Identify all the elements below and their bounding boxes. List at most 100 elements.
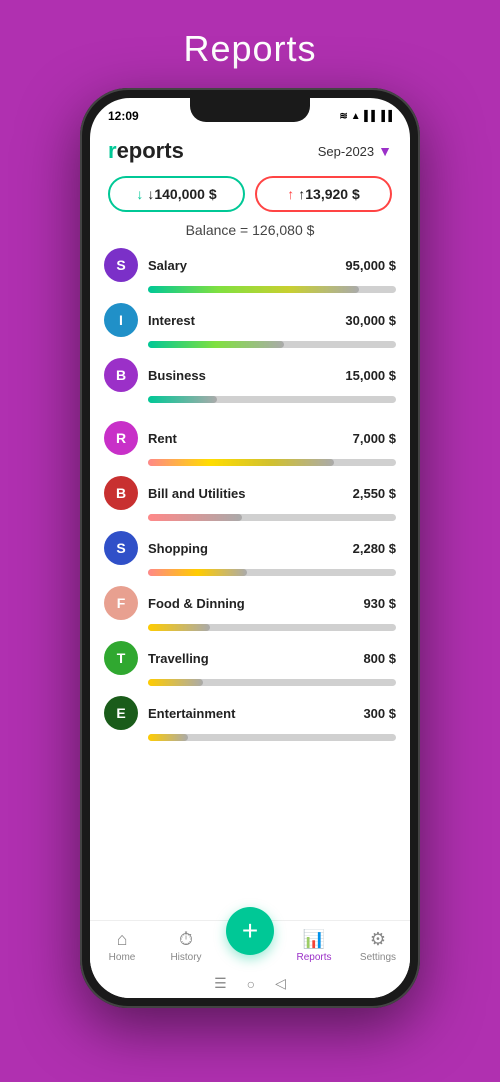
- fab-button[interactable]: +: [226, 907, 274, 955]
- home-icon: ⌂: [117, 929, 128, 950]
- item-bar-container: [104, 569, 396, 576]
- item-bar-bg: [148, 624, 396, 631]
- item-avatar: F: [104, 586, 138, 620]
- item-bar-container: [104, 679, 396, 686]
- gesture-menu-icon: ☰: [214, 975, 227, 992]
- item-bar-bg: [148, 341, 396, 348]
- item-avatar: R: [104, 421, 138, 455]
- item-amount: 930 $: [363, 596, 396, 611]
- item-avatar: S: [104, 531, 138, 565]
- app-title: reports: [108, 138, 184, 164]
- status-icons: ≋ ▲▐▐ ▐▐: [339, 111, 392, 122]
- nav-settings-label: Settings: [360, 952, 396, 963]
- item-amount: 7,000 $: [353, 431, 396, 446]
- item-bar-fill: [148, 679, 203, 686]
- item-amount: 30,000 $: [345, 313, 396, 328]
- item-name: Entertainment: [148, 706, 353, 721]
- item-bar-bg: [148, 459, 396, 466]
- item-avatar: E: [104, 696, 138, 730]
- item-amount: 2,280 $: [353, 541, 396, 556]
- list-item[interactable]: B Bill and Utilities 2,550 $: [104, 476, 396, 521]
- expense-arrow-icon: ↑: [287, 186, 294, 202]
- items-list[interactable]: S Salary 95,000 $ I Interest 30,000 $ B Busines…: [90, 248, 410, 920]
- list-item[interactable]: R Rent 7,000 $: [104, 421, 396, 466]
- summary-row: ↓ ↓140,000 $ ↑ ↑13,920 $: [90, 170, 410, 220]
- income-button[interactable]: ↓ ↓140,000 $: [108, 176, 245, 212]
- app-header: reports Sep-2023 ▼: [90, 130, 410, 170]
- nav-history-label: History: [170, 952, 201, 963]
- item-bar-bg: [148, 396, 396, 403]
- item-bar-bg: [148, 514, 396, 521]
- item-avatar: T: [104, 641, 138, 675]
- bottom-nav: ⌂ Home ⏱ History 📊 Reports ⚙ Settings +: [90, 920, 410, 967]
- item-bar-container: [104, 396, 396, 403]
- item-avatar: B: [104, 476, 138, 510]
- item-bar-fill: [148, 459, 334, 466]
- item-bar-container: [104, 734, 396, 741]
- history-icon: ⏱: [179, 929, 193, 950]
- nav-history[interactable]: ⏱ History: [154, 929, 218, 963]
- list-item[interactable]: T Travelling 800 $: [104, 641, 396, 686]
- item-bar-fill: [148, 514, 242, 521]
- list-item[interactable]: S Shopping 2,280 $: [104, 531, 396, 576]
- item-avatar: I: [104, 303, 138, 337]
- settings-icon: ⚙: [370, 929, 386, 950]
- date-selector[interactable]: Sep-2023 ▼: [318, 143, 392, 159]
- status-wifi-icon: ≋: [339, 111, 347, 122]
- nav-reports[interactable]: 📊 Reports: [282, 929, 346, 963]
- item-avatar: S: [104, 248, 138, 282]
- income-amount: ↓140,000 $: [147, 186, 216, 202]
- expense-button[interactable]: ↑ ↑13,920 $: [255, 176, 392, 212]
- item-bar-bg: [148, 286, 396, 293]
- notch: [190, 98, 310, 122]
- item-bar-fill: [148, 569, 247, 576]
- item-amount: 2,550 $: [353, 486, 396, 501]
- status-time: 12:09: [108, 109, 139, 123]
- item-name: Bill and Utilities: [148, 486, 343, 501]
- list-item[interactable]: E Entertainment 300 $: [104, 696, 396, 741]
- item-bar-fill: [148, 624, 210, 631]
- item-name: Food & Dinning: [148, 596, 353, 611]
- date-dropdown-icon: ▼: [378, 143, 392, 159]
- nav-home[interactable]: ⌂ Home: [90, 929, 154, 963]
- phone-screen: 12:09 ≋ ▲▐▐ ▐▐ reports Sep-2023 ▼: [90, 98, 410, 998]
- item-bar-fill: [148, 396, 217, 403]
- reports-icon: 📊: [303, 929, 325, 950]
- item-bar-fill: [148, 734, 188, 741]
- list-item[interactable]: S Salary 95,000 $: [104, 248, 396, 293]
- item-name: Business: [148, 368, 335, 383]
- balance-label: Balance = 126,080 $: [186, 222, 315, 238]
- phone-frame: 12:09 ≋ ▲▐▐ ▐▐ reports Sep-2023 ▼: [80, 88, 420, 1008]
- item-bar-container: [104, 624, 396, 631]
- page-title: Reports: [183, 28, 316, 70]
- item-bar-bg: [148, 734, 396, 741]
- status-battery-icon: ▐▐: [378, 111, 392, 122]
- app-content: reports Sep-2023 ▼ ↓ ↓140,000 $ ↑ ↑13,92…: [90, 130, 410, 998]
- income-arrow-icon: ↓: [136, 186, 143, 202]
- list-item[interactable]: I Interest 30,000 $: [104, 303, 396, 348]
- item-bar-fill: [148, 341, 284, 348]
- item-name: Shopping: [148, 541, 343, 556]
- item-name: Rent: [148, 431, 343, 446]
- app-title-r: r: [108, 138, 117, 163]
- item-name: Travelling: [148, 651, 353, 666]
- item-bar-fill: [148, 286, 359, 293]
- item-amount: 800 $: [363, 651, 396, 666]
- list-item[interactable]: BBusiness15,000 $: [104, 358, 396, 403]
- item-bar-bg: [148, 679, 396, 686]
- item-amount: 300 $: [363, 706, 396, 721]
- item-amount: 95,000 $: [345, 258, 396, 273]
- gesture-back-icon: ◁: [275, 975, 286, 992]
- date-label: Sep-2023: [318, 144, 374, 159]
- expense-amount: ↑13,920 $: [298, 186, 360, 202]
- nav-home-label: Home: [109, 952, 136, 963]
- balance-row: Balance = 126,080 $: [90, 220, 410, 248]
- nav-reports-label: Reports: [296, 952, 331, 963]
- item-name: Interest: [148, 313, 335, 328]
- nav-settings[interactable]: ⚙ Settings: [346, 929, 410, 963]
- item-name: Salary: [148, 258, 335, 273]
- status-signal-icon: ▲▐▐: [351, 111, 375, 122]
- item-avatar: B: [104, 358, 138, 392]
- list-item[interactable]: F Food & Dinning 930 $: [104, 586, 396, 631]
- app-title-rest: eports: [117, 138, 184, 163]
